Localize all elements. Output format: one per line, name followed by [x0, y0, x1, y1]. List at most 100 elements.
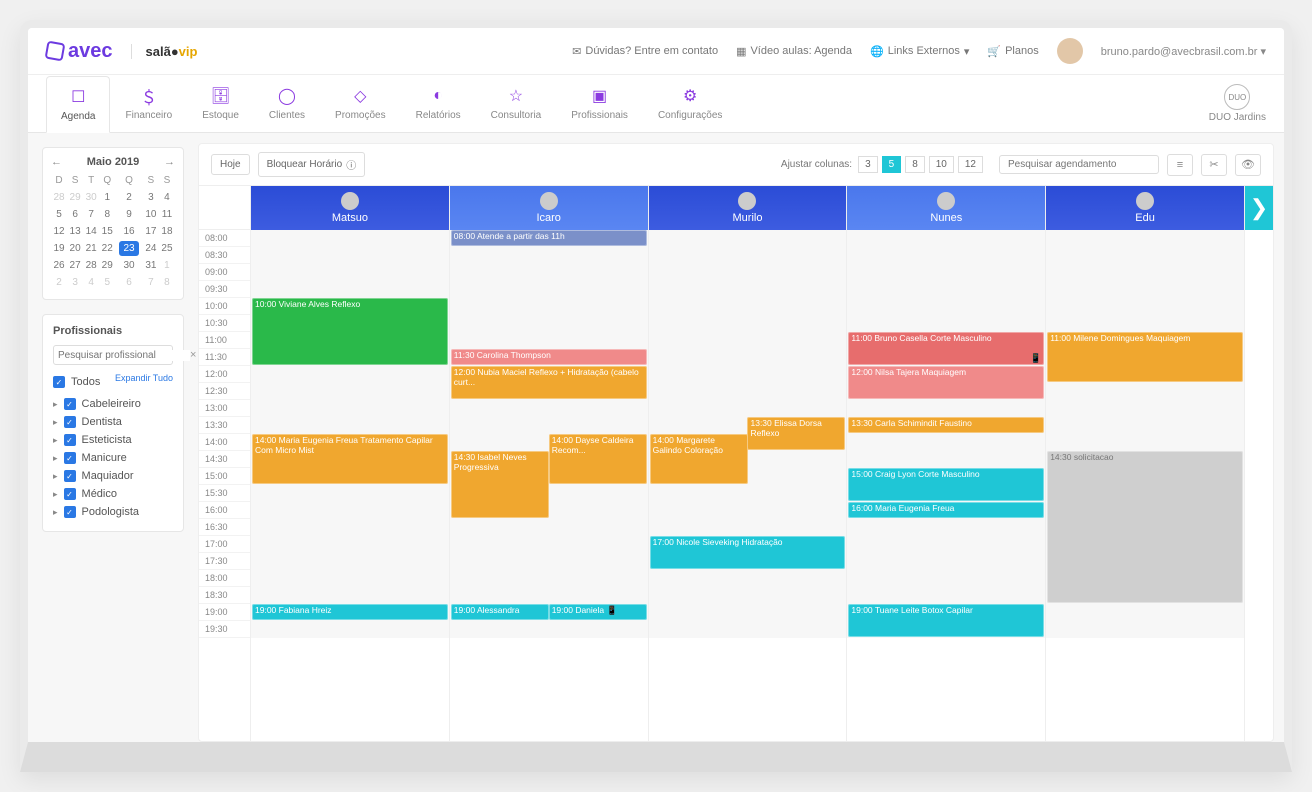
prof-category[interactable]: ▸✓Médico — [53, 485, 173, 503]
appointment[interactable]: 16:00 Maria Eugenia Freua — [848, 502, 1044, 518]
appointment[interactable]: 14:00 Maria Eugenia Freua Tratamento Cap… — [252, 434, 448, 484]
cal-day[interactable]: 19 — [51, 240, 67, 257]
prof-expand-all[interactable]: Expandir Tudo — [115, 373, 173, 391]
appointment[interactable]: 14:30 Isabel Neves Progressiva — [451, 451, 549, 518]
appointment[interactable]: 19:00 Fabiana Hreiz — [252, 604, 448, 620]
cal-day[interactable]: 29 — [99, 257, 115, 274]
cal-day[interactable]: 17 — [143, 223, 159, 240]
tab-estoque[interactable]: 🗄Estoque — [187, 75, 254, 132]
eye-icon[interactable]: 👁 — [1235, 154, 1261, 176]
user-avatar[interactable] — [1057, 38, 1083, 64]
mini-calendar-grid[interactable]: DSTQQSS282930123456789101112131415161718… — [51, 172, 175, 291]
appointment[interactable]: 12:00 Nilsa Tajera Maquiagem — [848, 366, 1044, 399]
cal-day[interactable]: 30 — [83, 189, 99, 206]
cal-prev[interactable]: ← — [51, 156, 62, 168]
cal-day[interactable]: 7 — [143, 274, 159, 291]
col-opt-3[interactable]: 3 — [858, 156, 878, 173]
cal-day[interactable]: 18 — [159, 223, 175, 240]
cal-day[interactable]: 8 — [99, 206, 115, 223]
cal-day[interactable]: 6 — [67, 206, 83, 223]
cal-next[interactable]: → — [164, 156, 175, 168]
cal-day[interactable]: 30 — [115, 257, 143, 274]
cal-day[interactable]: 31 — [143, 257, 159, 274]
cal-day[interactable]: 2 — [51, 274, 67, 291]
link-plans[interactable]: 🛒Planos — [987, 45, 1038, 58]
next-columns[interactable]: ❯ — [1245, 186, 1273, 230]
professional-header[interactable]: Murilo — [649, 186, 847, 230]
link-external[interactable]: 🌐Links Externos ▾ — [870, 45, 969, 58]
prof-category[interactable]: ▸✓Podologista — [53, 503, 173, 521]
cal-day[interactable]: 9 — [115, 206, 143, 223]
cal-day[interactable]: 26 — [51, 257, 67, 274]
link-contact[interactable]: ✉Dúvidas? Entre em contato — [572, 45, 718, 58]
tab-consultoria[interactable]: ☆Consultoria — [476, 75, 557, 132]
appointment[interactable]: 12:00 Nubia Maciel Reflexo + Hidratação … — [451, 366, 647, 399]
cal-day[interactable]: 5 — [51, 206, 67, 223]
tab-promocoes[interactable]: ◇Promoções — [320, 75, 401, 132]
cal-day[interactable]: 20 — [67, 240, 83, 257]
cal-day[interactable]: 4 — [159, 189, 175, 206]
cal-day[interactable]: 22 — [99, 240, 115, 257]
cal-day[interactable]: 16 — [115, 223, 143, 240]
brand-badge[interactable]: DUODUO Jardins — [1209, 84, 1266, 123]
search-appointments[interactable] — [999, 155, 1159, 174]
tools-icon[interactable]: ✂ — [1201, 154, 1227, 176]
professional-header[interactable]: Edu — [1046, 186, 1244, 230]
cal-day[interactable]: 1 — [159, 257, 175, 274]
cal-day[interactable]: 25 — [159, 240, 175, 257]
cal-day[interactable]: 12 — [51, 223, 67, 240]
cal-day[interactable]: 27 — [67, 257, 83, 274]
prof-search[interactable]: × — [53, 345, 173, 365]
prof-category[interactable]: ▸✓Cabeleireiro — [53, 395, 173, 413]
cal-day[interactable]: 2 — [115, 189, 143, 206]
clear-icon[interactable]: × — [190, 349, 196, 361]
cal-day[interactable]: 23 — [115, 240, 143, 257]
tab-agenda[interactable]: ☐Agenda — [46, 76, 110, 133]
cal-day[interactable]: 21 — [83, 240, 99, 257]
professional-header[interactable]: Matsuo — [251, 186, 449, 230]
cal-day[interactable]: 6 — [115, 274, 143, 291]
prof-category[interactable]: ▸✓Esteticista — [53, 431, 173, 449]
appointment[interactable]: 14:00 Margarete Galindo Coloração — [650, 434, 748, 484]
tab-clientes[interactable]: ◯Clientes — [254, 75, 320, 132]
cal-day[interactable]: 3 — [67, 274, 83, 291]
appointment[interactable]: 11:00 Milene Domingues Maquiagem — [1047, 332, 1243, 382]
appointment[interactable]: 13:30 Carla Schimindit Faustino — [848, 417, 1044, 433]
prof-search-input[interactable] — [58, 350, 190, 361]
col-opt-8[interactable]: 8 — [905, 156, 925, 173]
cal-day[interactable]: 15 — [99, 223, 115, 240]
prof-category[interactable]: ▸✓Dentista — [53, 413, 173, 431]
appointment[interactable]: 08:00 Atende a partir das 11h — [451, 230, 647, 246]
appointment[interactable]: 10:00 Viviane Alves Reflexo — [252, 298, 448, 365]
professional-header[interactable]: Nunes — [847, 186, 1045, 230]
cal-day[interactable]: 7 — [83, 206, 99, 223]
cal-day[interactable]: 5 — [99, 274, 115, 291]
cal-day[interactable]: 3 — [143, 189, 159, 206]
appointment[interactable]: 19:00 Daniela 📱 — [549, 604, 647, 620]
cal-day[interactable]: 13 — [67, 223, 83, 240]
cal-day[interactable]: 1 — [99, 189, 115, 206]
cal-day[interactable]: 24 — [143, 240, 159, 257]
col-opt-5[interactable]: 5 — [882, 156, 902, 173]
cal-day[interactable]: 11 — [159, 206, 175, 223]
link-videos[interactable]: ▦Vídeo aulas: Agenda — [736, 45, 852, 58]
cal-day[interactable]: 28 — [51, 189, 67, 206]
today-button[interactable]: Hoje — [211, 154, 250, 175]
professional-header[interactable]: Icaro — [450, 186, 648, 230]
tab-financeiro[interactable]: ＄Financeiro — [110, 75, 187, 132]
appointment[interactable]: 11:00 Bruno Casella Corte Masculino📱 — [848, 332, 1044, 365]
list-view-icon[interactable]: ≡ — [1167, 154, 1193, 176]
block-hour-button[interactable]: Bloquear Horário ⓘ — [258, 152, 366, 177]
appointment[interactable]: 19:00 Alessandra — [451, 604, 549, 620]
cal-day[interactable]: 28 — [83, 257, 99, 274]
appointment[interactable]: 17:00 Nicole Sieveking Hidratação — [650, 536, 846, 569]
cal-day[interactable]: 4 — [83, 274, 99, 291]
prof-category[interactable]: ▸✓Manicure — [53, 449, 173, 467]
appointment[interactable]: 13:30 Elissa Dorsa Reflexo — [747, 417, 845, 450]
appointment[interactable]: 14:00 Dayse Caldeira Recom... — [549, 434, 647, 484]
col-opt-12[interactable]: 12 — [958, 156, 983, 173]
cal-day[interactable]: 8 — [159, 274, 175, 291]
cal-day[interactable]: 29 — [67, 189, 83, 206]
tab-configuracoes[interactable]: ⚙Configurações — [643, 75, 737, 132]
col-opt-10[interactable]: 10 — [929, 156, 954, 173]
